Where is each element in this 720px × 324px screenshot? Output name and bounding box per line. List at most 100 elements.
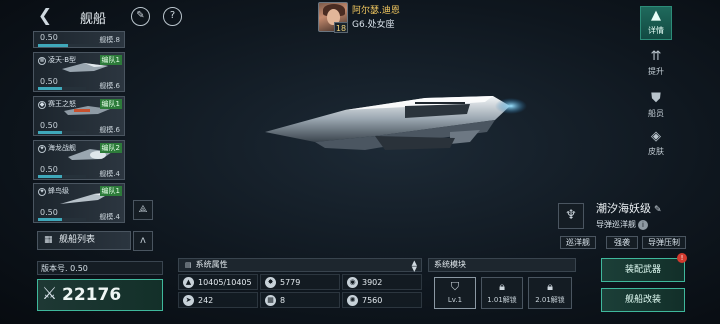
ship-tag: 强袭 bbox=[606, 236, 638, 249]
module-slot-label: Lv.1 bbox=[447, 296, 463, 304]
ship-type-icon: ✦ bbox=[38, 188, 46, 196]
commander-name: 阿尔瑟.迪恩 bbox=[352, 6, 400, 16]
ship-class-name: 潮汐海妖级 ✎ bbox=[596, 200, 662, 216]
version-label: 版本号. 0.50 bbox=[37, 261, 163, 275]
tab-upgrade-label: 提升 bbox=[648, 67, 664, 76]
stat-value: 242 bbox=[198, 296, 214, 305]
ship-card-size: 舰模.6 bbox=[99, 126, 120, 134]
fleet-filter-icon[interactable]: ⟁ bbox=[133, 200, 153, 220]
tab-details-label: 详情 bbox=[648, 26, 664, 35]
grid-icon: ▦ bbox=[44, 235, 53, 245]
attributes-header[interactable]: ▤ 系统属性 ▲ ▼ bbox=[178, 258, 422, 273]
modules-header: 系统模块 bbox=[428, 258, 576, 272]
module-slot[interactable]: ⛉ Lv.1 bbox=[434, 277, 476, 309]
ship-card-name: ◆ 赛王之怒 bbox=[38, 99, 76, 109]
tab-skin-label: 皮肤 bbox=[648, 147, 664, 156]
stat-attack: ✸ 5779 bbox=[260, 274, 340, 290]
speed-icon: ➤ bbox=[183, 295, 194, 306]
stat-speed: ➤ 242 bbox=[178, 292, 258, 308]
ship-list-button-label: 舰船列表 bbox=[59, 235, 96, 245]
ship-card-name: ⊗ 凌天·B型 bbox=[38, 55, 76, 65]
tab-upgrade[interactable]: ⇈ 提升 bbox=[640, 48, 672, 82]
attack-icon: ✸ bbox=[265, 277, 276, 288]
fleet-tag: 编队2 bbox=[99, 143, 122, 153]
module-slot-label: 1.01解锁 bbox=[487, 296, 517, 304]
shield-icon: ◉ bbox=[347, 277, 358, 288]
stat-hull: ▲ 10405/10405 bbox=[178, 274, 258, 290]
ship-card-name: ✦ 海龙战舰 bbox=[38, 143, 76, 153]
question-icon[interactable]: ? bbox=[163, 7, 182, 26]
combat-power: ⚔ 22176 bbox=[37, 279, 163, 311]
ship-card-name-text: 凌天·B型 bbox=[48, 56, 77, 64]
notification-badge: ! bbox=[677, 253, 687, 263]
ship-card-progress-text: 0.50 bbox=[40, 165, 58, 174]
ship-class-icon: ▲ bbox=[651, 8, 661, 23]
ship-card-progress-text: 0.50 bbox=[40, 77, 58, 86]
sort-arrows-icon[interactable]: ▲ ▼ bbox=[412, 260, 417, 273]
pen-icon[interactable]: ✎ bbox=[654, 205, 662, 215]
ship-list-button[interactable]: ▦ 舰船列表 bbox=[37, 231, 131, 250]
lock-icon: 🔒︎ bbox=[499, 280, 505, 293]
ship-card-progress-bar bbox=[38, 87, 86, 90]
ship-class-name-text: 潮汐海妖级 bbox=[596, 202, 651, 215]
page-title: 舰船 bbox=[80, 12, 107, 27]
wings-icon[interactable]: ᴧ bbox=[133, 231, 153, 251]
tab-crew[interactable]: ⛊ 船员 bbox=[640, 90, 672, 124]
back-chevron-icon[interactable]: ❮ bbox=[36, 6, 54, 26]
ship-card-progress-bar bbox=[38, 218, 86, 221]
crew-icon: ⛊ bbox=[651, 91, 661, 106]
commander-location: G6.处女座 bbox=[352, 20, 395, 30]
stat-value: 10405/10405 bbox=[198, 278, 252, 287]
ship-type-icon: ⊗ bbox=[38, 57, 46, 65]
ship-tag: 巡洋舰 bbox=[560, 236, 596, 249]
module-slot-locked[interactable]: 🔒︎ 2.01解锁 bbox=[528, 277, 572, 309]
ship-card-progress-bar bbox=[38, 131, 86, 134]
fleet-tag: 编队1 bbox=[99, 99, 122, 109]
crossed-swords-icon: ⚔ bbox=[42, 284, 58, 304]
commander-level-badge: 18 bbox=[334, 22, 348, 33]
ship-card[interactable]: ✦ 蜂鸟级 编队1 0.50 舰模.4 bbox=[33, 183, 125, 223]
tab-skin[interactable]: ◈ 皮肤 bbox=[640, 128, 672, 162]
ship-card[interactable]: ◆ 赛王之怒 编队1 0.50 舰模.6 bbox=[33, 96, 125, 136]
tab-details[interactable]: ▲ 详情 bbox=[640, 6, 672, 40]
stat-value: 3902 bbox=[362, 278, 383, 287]
info-icon[interactable]: i bbox=[638, 220, 648, 230]
ship-card-progress-bar bbox=[38, 175, 86, 178]
ship-card[interactable]: ⊗ 凌天·B型 编队1 0.50 舰模.6 bbox=[33, 52, 125, 92]
ship-card-name-text: 海龙战舰 bbox=[48, 144, 76, 152]
fleet-tag: 编队1 bbox=[99, 186, 122, 196]
ship-modify-button[interactable]: 舰船改装 bbox=[601, 288, 685, 312]
stat-value: 5779 bbox=[280, 278, 301, 287]
ship-card-progress-bar bbox=[38, 44, 98, 47]
ship-type-icon: ✦ bbox=[38, 145, 46, 153]
ship-card[interactable]: ✦ 海龙战舰 编队2 0.50 舰模.4 bbox=[33, 140, 125, 180]
stat-value: 8 bbox=[280, 296, 286, 305]
stat-armor: ▦ 8 bbox=[260, 292, 340, 308]
pen-icon[interactable]: ✎ bbox=[131, 7, 150, 26]
ship-type-icon: ◆ bbox=[38, 101, 46, 109]
lock-icon: 🔒︎ bbox=[547, 280, 553, 293]
fleet-tag: 编队1 bbox=[99, 55, 122, 65]
skin-icon: ◈ bbox=[651, 129, 661, 144]
ship-tag: 导弹压制 bbox=[642, 236, 686, 249]
ship-card-size: 舰模.6 bbox=[99, 82, 120, 90]
hull-icon: ▲ bbox=[183, 277, 194, 288]
stat-shield: ◉ 3902 bbox=[342, 274, 422, 290]
module-slot-locked[interactable]: 🔒︎ 1.01解锁 bbox=[481, 277, 523, 309]
ship-card-size: 舰模.8 bbox=[99, 36, 120, 44]
ship-model[interactable] bbox=[255, 80, 535, 180]
module-shield-icon: ⛉ bbox=[450, 280, 460, 293]
ship-card-name: ✦ 蜂鸟级 bbox=[38, 186, 69, 196]
stat-value: 7560 bbox=[362, 296, 383, 305]
upgrade-arrows-icon: ⇈ bbox=[650, 49, 662, 64]
ship-card[interactable]: 0.50 舰模.8 bbox=[33, 31, 125, 48]
stat-energy: ✺ 7560 bbox=[342, 292, 422, 308]
equip-weapons-button[interactable]: 装配武器 bbox=[601, 258, 685, 282]
ship-card-progress-text: 0.50 bbox=[40, 208, 58, 217]
ship-card-size: 舰模.4 bbox=[99, 213, 120, 221]
ship-card-name-text: 蜂鸟级 bbox=[48, 187, 69, 195]
combat-power-value: 22176 bbox=[62, 285, 122, 305]
ship-class-type: 导弹巡洋舰 i bbox=[596, 219, 648, 230]
ship-card-progress-text: 0.50 bbox=[40, 33, 58, 42]
tab-crew-label: 船员 bbox=[648, 109, 664, 118]
